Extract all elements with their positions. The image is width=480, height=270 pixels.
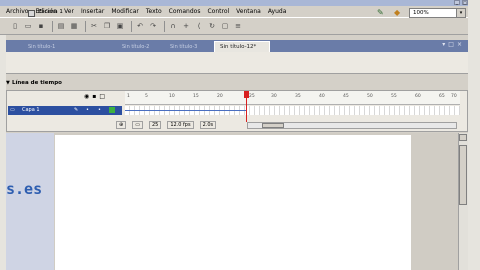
ruler-tick: 65 [439, 94, 445, 99]
stage-canvas[interactable] [55, 135, 411, 270]
timeline-status: ⊕ ▭ 25 12.0 fps 2.0s [116, 121, 217, 129]
menu-ayuda[interactable]: Ayuda [268, 8, 287, 15]
preview-icon[interactable]: ▦ [69, 21, 79, 31]
document-tabs: Sin título-1 Sin título-2 Sin título-3 S… [6, 40, 468, 52]
zoom-select[interactable]: 100% ▾ [409, 8, 466, 18]
scene-bar [6, 52, 468, 74]
ruler-tick: 30 [271, 94, 277, 99]
layer-row[interactable]: ▭ Capa 1 ✎ • • [8, 106, 122, 115]
tab-document-1[interactable]: Sin título-1 [24, 42, 59, 52]
eye-icon[interactable]: ◉ [84, 93, 89, 100]
ruler-tick: 70 [451, 94, 457, 99]
ruler-tick: 25 [249, 94, 255, 99]
new-icon[interactable]: ▯ [10, 21, 20, 31]
minimize-button[interactable]: _ [454, 0, 460, 5]
tween-span [125, 110, 247, 111]
ruler-tick: 60 [415, 94, 421, 99]
layer-icon: ▭ [10, 107, 15, 113]
menu-insertar[interactable]: Insertar [81, 8, 104, 15]
paste-icon[interactable]: ▣ [115, 21, 125, 31]
undo-icon[interactable]: ↶ [135, 21, 145, 31]
main-toolbar: ▯ ▭ ▪ ▤ ▦ ✂ ❐ ▣ ↶ ↷ ∩ + ⟨ ↻ ▢ ≡ [0, 17, 480, 35]
menu-ventana[interactable]: Ventana [236, 8, 261, 15]
ruler-tick: 10 [169, 94, 175, 99]
tab-active-document[interactable]: Sin título-12* [214, 41, 270, 52]
current-frame: 25 [148, 121, 162, 129]
playhead-line [246, 98, 247, 122]
chevron-down-icon[interactable]: ▾ [456, 9, 465, 17]
lock-icon[interactable]: ▪ [92, 93, 96, 100]
ruler-tick: 45 [343, 94, 349, 99]
toolbar-divider [164, 20, 165, 32]
collapse-triangle-icon[interactable]: ▼ [6, 80, 10, 86]
straighten-icon[interactable]: ⟨ [194, 21, 204, 31]
menu-modificar[interactable]: Modificar [111, 8, 139, 15]
menu-bar: Archivo Edición Ver Insertar Modificar T… [0, 6, 480, 17]
ruler-tick: 50 [367, 94, 373, 99]
zoom-value: 100% [413, 10, 429, 16]
scene-icon [28, 10, 35, 17]
save-icon[interactable]: ▪ [36, 21, 46, 31]
overlay-text: s.es [6, 180, 43, 198]
timeline-header [6, 78, 468, 88]
layer-header-icons: ◉ ▪ □ [84, 93, 105, 100]
menu-control[interactable]: Control [207, 8, 229, 15]
edit-scene-icon[interactable]: ◆ [394, 8, 400, 17]
pencil-icon[interactable]: ✎ [74, 107, 78, 113]
tab-controls: ▾ □ × [442, 41, 462, 48]
menu-texto[interactable]: Texto [146, 8, 162, 15]
edit-symbols-icon[interactable]: ✎ [377, 8, 384, 17]
snap-icon[interactable]: ∩ [168, 21, 178, 31]
scale-icon[interactable]: ▢ [220, 21, 230, 31]
align-icon[interactable]: ≡ [233, 21, 243, 31]
timeline-title[interactable]: Línea de tiempo [12, 80, 62, 86]
ruler-tick: 20 [217, 94, 223, 99]
toolbar-divider [52, 20, 53, 32]
scene-label[interactable]: Escena 1 [38, 9, 63, 15]
tab-restore-button[interactable]: □ [448, 41, 454, 48]
redo-icon[interactable]: ↷ [148, 21, 158, 31]
smooth-icon[interactable]: + [181, 21, 191, 31]
tab-menu-button[interactable]: ▾ [442, 41, 445, 48]
frame-ruler[interactable]: 1 5 10 15 20 25 30 35 40 45 50 55 60 65 … [125, 91, 460, 105]
toolbar-divider [85, 20, 86, 32]
tab-document-3[interactable]: Sin título-3 [166, 42, 201, 52]
scroll-up-button[interactable] [459, 134, 467, 141]
tab-close-button[interactable]: × [457, 41, 462, 48]
lock-dot[interactable]: • [98, 107, 101, 113]
vertical-scroll-thumb[interactable] [459, 145, 467, 205]
menu-ver[interactable]: Ver [64, 8, 74, 15]
layer-name: Capa 1 [22, 107, 40, 113]
rotate-icon[interactable]: ↻ [207, 21, 217, 31]
center-frame-icon[interactable]: ⊕ [116, 121, 127, 129]
ruler-tick: 35 [295, 94, 301, 99]
visibility-dot[interactable]: • [86, 107, 89, 113]
open-icon[interactable]: ▭ [23, 21, 33, 31]
right-margin [468, 0, 480, 270]
toolbar-divider [131, 20, 132, 32]
ruler-tick: 1 [127, 94, 130, 99]
cut-icon[interactable]: ✂ [89, 21, 99, 31]
ruler-tick: 40 [319, 94, 325, 99]
menu-archivo[interactable]: Archivo [6, 8, 28, 15]
print-icon[interactable]: ▤ [56, 21, 66, 31]
tab-document-2[interactable]: Sin título-2 [118, 42, 153, 52]
ruler-tick: 5 [145, 94, 148, 99]
ruler-tick: 55 [391, 94, 397, 99]
ruler-tick: 15 [193, 94, 199, 99]
frame-rate: 12.0 fps [167, 121, 194, 129]
elapsed-time: 2.0s [199, 121, 217, 129]
left-panel-strip [6, 133, 54, 270]
outline-color-icon[interactable] [109, 107, 115, 113]
outline-icon[interactable]: □ [99, 93, 105, 100]
onion-skin-icon[interactable]: ▭ [132, 121, 143, 129]
playhead[interactable] [244, 91, 249, 98]
timeline-scroll-thumb[interactable] [262, 123, 284, 128]
copy-icon[interactable]: ❐ [102, 21, 112, 31]
menu-comandos[interactable]: Comandos [169, 8, 201, 15]
